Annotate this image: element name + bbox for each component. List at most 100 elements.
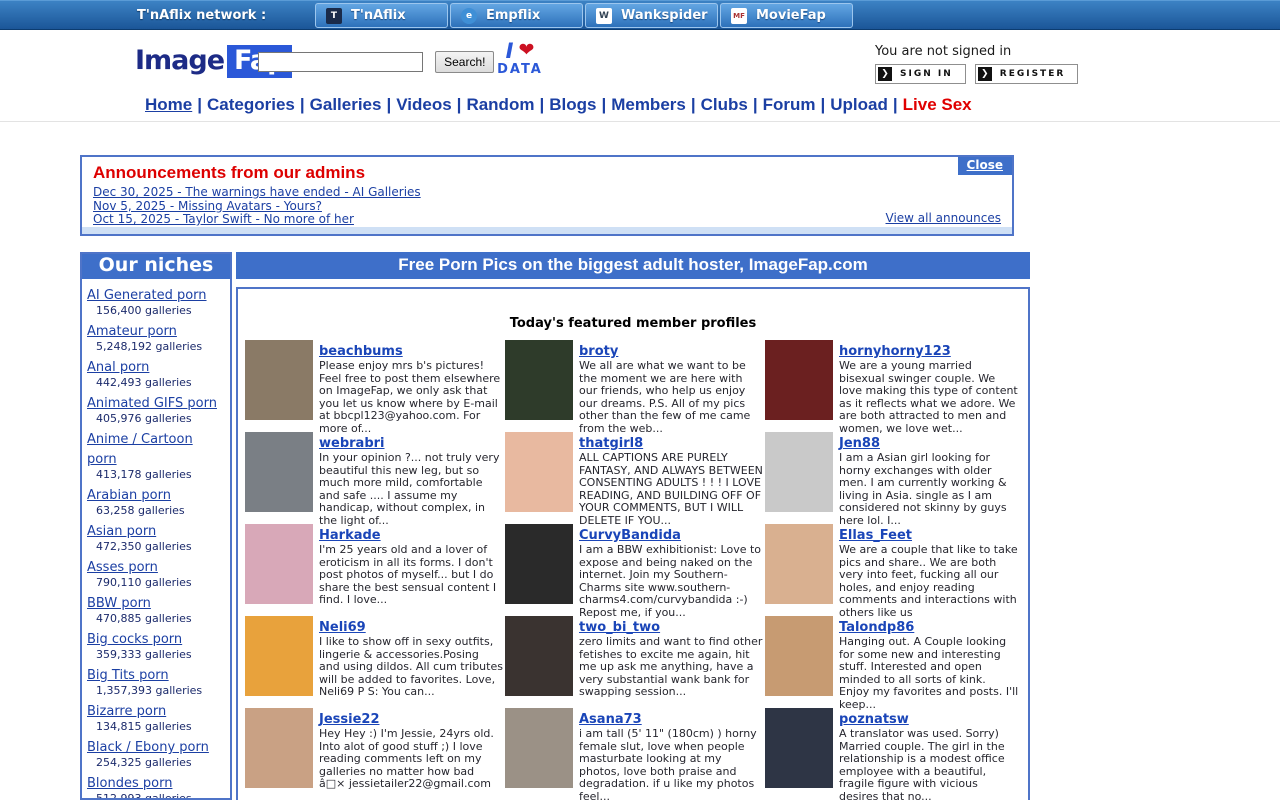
profile-thumbnail[interactable]	[505, 524, 573, 604]
niche-link[interactable]: Anal porn	[87, 360, 149, 375]
profile-username-link[interactable]: Harkade	[319, 528, 381, 543]
profile-thumbnail[interactable]	[245, 708, 313, 788]
niche-count: 442,493 galleries	[87, 376, 226, 389]
niche-item: Asian porn472,350 galleries	[87, 520, 226, 553]
search-input[interactable]	[258, 52, 423, 72]
main-nav: Home|Categories|Galleries|Videos|Random|…	[145, 95, 972, 115]
profile-thumbnail[interactable]	[505, 616, 573, 696]
niche-link[interactable]: Animated GIFS porn	[87, 396, 217, 411]
network-button-wankspider[interactable]: W Wankspider	[585, 3, 718, 28]
nav-galleries[interactable]: Galleries	[310, 95, 382, 114]
profile-username-link[interactable]: Asana73	[579, 712, 642, 727]
profile-thumbnail[interactable]	[245, 524, 313, 604]
nav-upload[interactable]: Upload	[830, 95, 888, 114]
profile-username-link[interactable]: thatgirl8	[579, 436, 643, 451]
niche-count: 405,976 galleries	[87, 412, 226, 425]
network-button-label: T'nAflix	[351, 8, 406, 23]
profile-username-link[interactable]: Ellas_Feet	[839, 528, 912, 543]
profile-username-link[interactable]: Neli69	[319, 620, 366, 635]
nav-separator: |	[539, 95, 544, 114]
nav-categories[interactable]: Categories	[207, 95, 295, 114]
niche-link[interactable]: Big cocks porn	[87, 632, 182, 647]
niche-count: 1,357,393 galleries	[87, 684, 226, 697]
niche-link[interactable]: Black / Ebony porn	[87, 740, 209, 755]
niche-item: Big cocks porn359,333 galleries	[87, 628, 226, 661]
profile-username-link[interactable]: webrabri	[319, 436, 385, 451]
profile-description: Hey Hey :) I'm Jessie, 24yrs old. Into a…	[319, 728, 503, 791]
wankspider-icon: W	[596, 8, 612, 24]
profile-thumbnail[interactable]	[505, 708, 573, 788]
profile-description: zero limits and want to find other fetis…	[579, 636, 763, 699]
profile-thumbnail[interactable]	[765, 616, 833, 696]
nav-videos[interactable]: Videos	[396, 95, 451, 114]
profile-username-link[interactable]: broty	[579, 344, 618, 359]
profile-thumbnail[interactable]	[245, 432, 313, 512]
niche-count: 134,815 galleries	[87, 720, 226, 733]
nav-members[interactable]: Members	[611, 95, 686, 114]
profile-username-link[interactable]: poznatsw	[839, 712, 909, 727]
profile-username-link[interactable]: Jessie22	[319, 712, 380, 727]
niche-link[interactable]: Blondes porn	[87, 776, 172, 791]
nav-separator: |	[753, 95, 758, 114]
account-area: You are not signed in ❯ SIGN IN ❯ REGIST…	[875, 44, 1078, 84]
niche-link[interactable]: Asian porn	[87, 524, 156, 539]
niche-link[interactable]: Amateur porn	[87, 324, 177, 339]
tnaflix-icon: T	[326, 8, 342, 24]
network-button-moviefap[interactable]: MF MovieFap	[720, 3, 853, 28]
moviefap-icon: MF	[731, 8, 747, 24]
profile-thumbnail[interactable]	[765, 432, 833, 512]
search-button[interactable]: Search!	[435, 51, 494, 73]
niche-link[interactable]: BBW porn	[87, 596, 151, 611]
announcement-link[interactable]: Oct 15, 2025 - Taylor Swift - No more of…	[93, 213, 421, 227]
nav-home[interactable]: Home	[145, 95, 192, 114]
announcement-link[interactable]: Nov 5, 2025 - Missing Avatars - Yours?	[93, 200, 421, 214]
register-button[interactable]: ❯ REGISTER	[975, 64, 1079, 84]
network-button-empflix[interactable]: e Empflix	[450, 3, 583, 28]
niche-count: 470,885 galleries	[87, 612, 226, 625]
niche-count: 413,178 galleries	[87, 468, 226, 481]
niche-item: Animated GIFS porn405,976 galleries	[87, 392, 226, 425]
niche-link[interactable]: Arabian porn	[87, 488, 171, 503]
sign-in-button[interactable]: ❯ SIGN IN	[875, 64, 966, 84]
profile-description: I am a Asian girl looking for horny exch…	[839, 452, 1019, 527]
close-button[interactable]: Close	[958, 157, 1012, 175]
profile-thumbnail[interactable]	[765, 708, 833, 788]
network-button-tnaflix[interactable]: T T'nAflix	[315, 3, 448, 28]
empflix-icon: e	[461, 8, 477, 24]
nav-live-sex[interactable]: Live Sex	[903, 95, 972, 114]
nav-blogs[interactable]: Blogs	[549, 95, 596, 114]
profile-description: I like to show off in sexy outfits, ling…	[319, 636, 503, 699]
profile-card: thatgirl8ALL CAPTIONS ARE PURELY FANTASY…	[505, 432, 765, 524]
niches-list: AI Generated porn156,400 galleries Amate…	[82, 279, 230, 800]
profile-thumbnail[interactable]	[505, 432, 573, 512]
niche-count: 512,993 galleries	[87, 792, 226, 800]
profile-username-link[interactable]: CurvyBandida	[579, 528, 681, 543]
profile-username-link[interactable]: beachbums	[319, 344, 403, 359]
niche-count: 63,258 galleries	[87, 504, 226, 517]
profile-username-link[interactable]: two_bi_two	[579, 620, 660, 635]
profile-thumbnail[interactable]	[505, 340, 573, 420]
profile-description: We are a young married bisexual swinger …	[839, 360, 1019, 435]
niche-link[interactable]: Asses porn	[87, 560, 158, 575]
nav-random[interactable]: Random	[466, 95, 534, 114]
nav-forum[interactable]: Forum	[763, 95, 816, 114]
profile-thumbnail[interactable]	[245, 616, 313, 696]
profile-card: Ellas_FeetWe are a couple that like to t…	[765, 524, 1019, 616]
profile-description: We all are what we want to be the moment…	[579, 360, 763, 435]
niche-link[interactable]: AI Generated porn	[87, 288, 207, 303]
profile-username-link[interactable]: Talondp86	[839, 620, 914, 635]
profile-thumbnail[interactable]	[765, 340, 833, 420]
niche-count: 254,325 galleries	[87, 756, 226, 769]
profile-username-link[interactable]: hornyhorny123	[839, 344, 951, 359]
profile-thumbnail[interactable]	[765, 524, 833, 604]
niche-link[interactable]: Bizarre porn	[87, 704, 166, 719]
niche-link[interactable]: Anime / Cartoon porn	[87, 432, 193, 467]
view-all-announces-link[interactable]: View all announces	[886, 211, 1001, 225]
niche-link[interactable]: Big Tits porn	[87, 668, 169, 683]
announcement-link[interactable]: Dec 30, 2025 - The warnings have ended -…	[93, 186, 421, 200]
profile-thumbnail[interactable]	[245, 340, 313, 420]
niche-count: 472,350 galleries	[87, 540, 226, 553]
network-bar: T'nAflix network : T T'nAflix e Empflix …	[0, 0, 1280, 30]
nav-clubs[interactable]: Clubs	[701, 95, 748, 114]
profile-username-link[interactable]: Jen88	[839, 436, 880, 451]
